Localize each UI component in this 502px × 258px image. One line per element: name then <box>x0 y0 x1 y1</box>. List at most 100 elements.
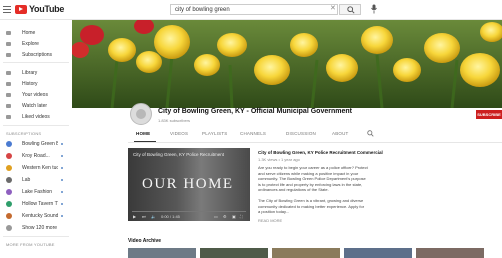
sidebar: Home Explore Subscriptions Library History Y… <box>0 20 72 258</box>
youtube-logo-text[interactable]: YouTube <box>29 4 64 14</box>
sidebar-item-history[interactable]: History <box>0 79 72 89</box>
sidebar-item-label: Explore <box>22 41 39 47</box>
subscription-item[interactable]: Kroy Road... <box>0 151 72 161</box>
featured-video-meta: 1.3K views • 1 year ago <box>258 157 300 162</box>
progress-bar[interactable] <box>132 211 246 212</box>
sidebar-item-icon <box>6 82 11 86</box>
sidebar-item-label: Liked videos <box>22 114 50 120</box>
video-thumbnail[interactable] <box>416 248 484 258</box>
description-line: community dedicated to making better exp… <box>258 203 365 209</box>
subscription-avatar <box>6 225 12 231</box>
captions-icon[interactable]: ▭ <box>214 214 218 219</box>
sidebar-item-label: Home <box>22 30 36 36</box>
subscription-avatar <box>6 213 12 219</box>
video-thumbnail[interactable] <box>272 248 340 258</box>
description-line: Are you ready to begin your career as a … <box>258 165 368 170</box>
subscription-item[interactable]: Lake Fashion <box>0 187 72 197</box>
tab-videos[interactable]: VIDEOS <box>170 131 188 136</box>
subscription-avatar <box>6 177 12 183</box>
video-thumbnail[interactable] <box>200 248 268 258</box>
subscription-item[interactable]: Hollow Tavern TV <box>0 199 72 209</box>
top-bar: YouTube city of bowling green ✕ <box>0 0 502 20</box>
clear-search-icon[interactable]: ✕ <box>330 4 336 12</box>
subscription-label: Western Ken tuck... <box>22 165 58 171</box>
read-more-link[interactable]: READ MORE <box>258 218 282 223</box>
subscription-label: Kentucky Sounds <box>22 213 58 219</box>
section-title[interactable]: Video Archive <box>128 238 161 244</box>
sidebar-item-icon <box>6 53 11 57</box>
search-icon <box>347 6 355 14</box>
subscription-avatar <box>6 153 12 159</box>
subscription-label: Kroy Road... <box>22 153 50 159</box>
subscription-label: Hollow Tavern TV <box>22 201 58 207</box>
search-button[interactable] <box>339 4 361 15</box>
subscriptions-heading: SUBSCRIPTIONS <box>6 131 42 136</box>
sidebar-item-watch-later[interactable]: Watch later <box>0 101 72 111</box>
tab-about[interactable]: ABOUT <box>332 131 349 136</box>
fullscreen-icon[interactable]: ⛶ <box>240 214 243 219</box>
sidebar-item-icon <box>6 93 11 97</box>
youtube-logo-icon[interactable] <box>15 5 27 14</box>
search-input[interactable]: city of bowling green <box>170 4 338 15</box>
subscription-avatar <box>6 141 12 147</box>
hamburger-menu-icon[interactable] <box>3 6 11 13</box>
subscription-item[interactable]: Bowling Green Ba... <box>0 139 72 149</box>
sidebar-divider <box>3 62 69 63</box>
sidebar-item-explore[interactable]: Explore <box>0 39 72 49</box>
sidebar-item-icon <box>6 31 11 35</box>
sidebar-item-subscriptions[interactable]: Subscriptions <box>0 50 72 60</box>
channel-avatar[interactable] <box>130 103 152 125</box>
sidebar-item-icon <box>6 115 11 119</box>
sidebar-item-library[interactable]: Library <box>0 68 72 78</box>
channel-name: City of Bowling Green, KY - Official Mun… <box>158 108 352 115</box>
description-line: a position today... <box>258 209 290 214</box>
subscription-label: Lab <box>22 177 31 183</box>
tulip-banner-image <box>72 20 502 108</box>
subscription-label: Show 120 more <box>22 225 58 231</box>
tab-discussion[interactable]: DISCUSSION <box>286 131 316 136</box>
description-line: and serve citizens while making a positi… <box>258 170 359 176</box>
settings-icon[interactable]: ⚙ <box>223 214 227 219</box>
subscription-item[interactable]: Lab <box>0 175 72 185</box>
miniplayer-icon[interactable]: ▣ <box>232 214 236 219</box>
sidebar-item-label: History <box>22 81 38 87</box>
sidebar-item-home[interactable]: Home <box>0 28 72 38</box>
play-icon[interactable]: ▶ <box>133 214 136 219</box>
sidebar-item-icon <box>6 71 11 75</box>
video-thumbnail[interactable] <box>344 248 412 258</box>
player-controls: ▶ ⏭ 🔈 0:00 / 1:45 ▭ ⚙ ▣ ⛶ <box>128 211 250 221</box>
sidebar-item-label: Library <box>22 70 38 76</box>
sidebar-divider <box>3 125 69 126</box>
volume-icon[interactable]: 🔈 <box>151 214 156 219</box>
microphone-icon[interactable] <box>371 4 377 14</box>
active-tab-indicator <box>134 141 156 142</box>
subscription-avatar <box>6 165 12 171</box>
tab-playlists[interactable]: PLAYLISTS <box>202 131 227 136</box>
tab-channels[interactable]: CHANNELS <box>240 131 266 136</box>
subscription-label: Lake Fashion <box>22 189 53 195</box>
sidebar-item-liked-videos[interactable]: Liked videos <box>0 112 72 122</box>
video-thumbnail[interactable] <box>128 248 196 258</box>
new-content-dot <box>61 203 63 205</box>
subscription-item[interactable]: Kentucky Sounds <box>0 211 72 221</box>
subscription-item[interactable]: Show 120 more <box>0 223 72 233</box>
new-content-dot <box>61 143 63 145</box>
new-content-dot <box>61 167 63 169</box>
player-video-title: City of Bowling Green, KY Police Recruit… <box>133 152 224 157</box>
tab-home[interactable]: HOME <box>136 131 150 136</box>
sidebar-item-label: Subscriptions <box>22 52 53 58</box>
subscriber-count: 1.83K subscribers <box>158 118 191 123</box>
new-content-dot <box>61 155 63 157</box>
next-icon[interactable]: ⏭ <box>142 214 146 219</box>
featured-video-title[interactable]: City of Bowling Green, KY Police Recruit… <box>258 150 383 155</box>
subscription-label: Bowling Green Ba... <box>22 141 58 147</box>
new-content-dot <box>61 191 63 193</box>
video-player[interactable]: City of Bowling Green, KY Police Recruit… <box>128 148 250 221</box>
subscribe-button[interactable]: SUBSCRIBE <box>476 110 502 119</box>
channel-search-icon[interactable] <box>367 130 374 137</box>
video-overlay-text: OUR HOME <box>142 176 234 192</box>
description-line: ordinances and regulations of the State. <box>258 187 329 192</box>
sidebar-item-your-videos[interactable]: Your videos <box>0 90 72 100</box>
subscription-item[interactable]: Western Ken tuck... <box>0 163 72 173</box>
new-content-dot <box>61 215 63 217</box>
